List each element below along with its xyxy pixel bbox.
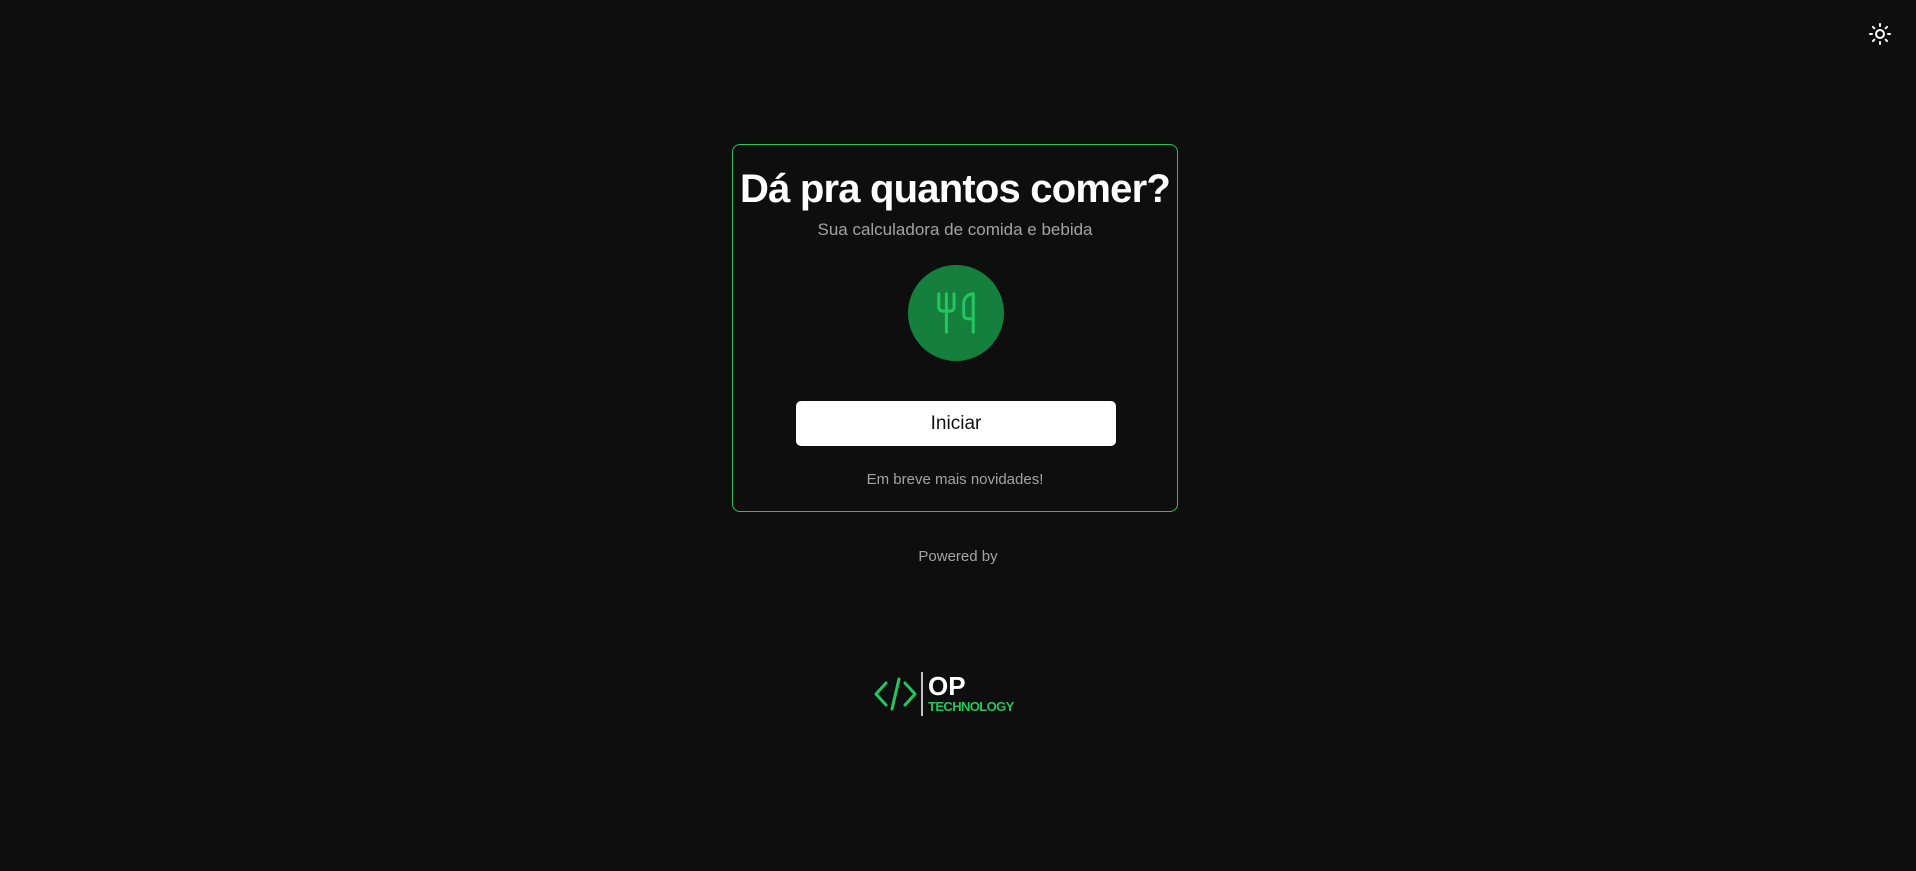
news-text: Em breve mais novidades! bbox=[866, 471, 1044, 488]
utensils-icon-badge bbox=[908, 265, 1004, 361]
start-button[interactable]: Iniciar bbox=[796, 401, 1116, 446]
page-title: Dá pra quantos comer? bbox=[740, 167, 1171, 211]
sun-icon bbox=[1869, 23, 1891, 45]
page-subtitle: Sua calculadora de comida e bebida bbox=[817, 220, 1093, 239]
op-technology-logo[interactable]: OP TECHNOLOGY bbox=[872, 668, 1042, 718]
powered-by-label: Powered by bbox=[918, 548, 998, 565]
logo-name: OP bbox=[928, 671, 966, 701]
theme-toggle-button[interactable] bbox=[1866, 20, 1894, 48]
code-brackets-icon bbox=[874, 677, 917, 711]
logo-tagline: TECHNOLOGY bbox=[928, 699, 1015, 714]
calculator-card: Dá pra quantos comer? Sua calculadora de… bbox=[732, 144, 1178, 512]
page: Dá pra quantos comer? Sua calculadora de… bbox=[0, 0, 1916, 871]
utensils-icon bbox=[937, 292, 975, 334]
